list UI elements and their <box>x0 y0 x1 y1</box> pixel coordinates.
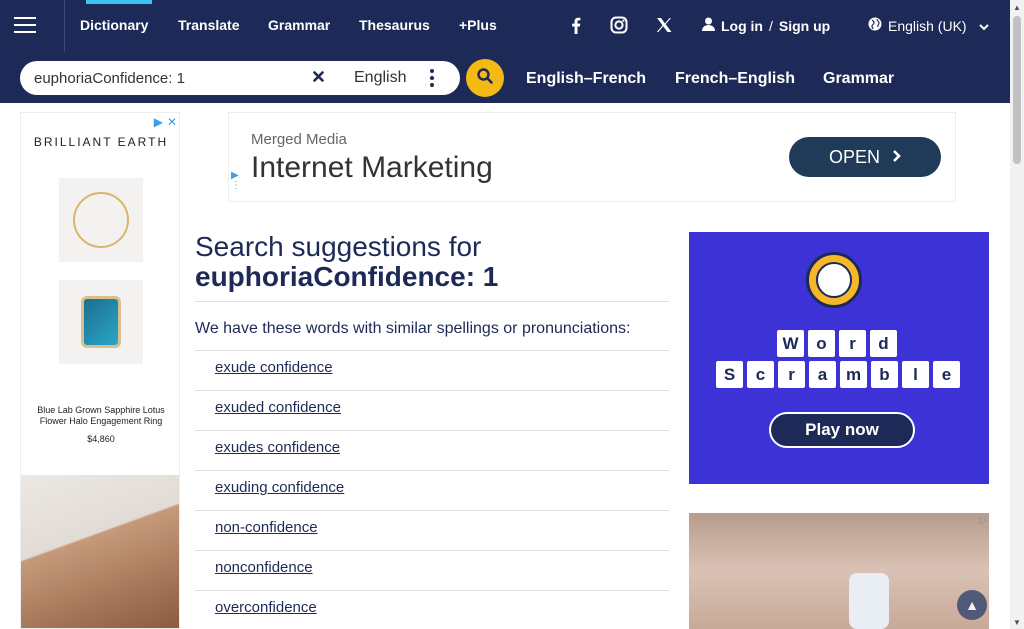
user-icon <box>702 17 715 34</box>
suggestion-link[interactable]: exudes confidence <box>215 439 340 456</box>
divider <box>195 301 669 302</box>
divider <box>195 430 669 431</box>
subnav-grammar[interactable]: Grammar <box>823 70 894 88</box>
hearing-aid-image <box>849 573 889 629</box>
tiles-word: W o r d <box>777 330 897 357</box>
menu-button[interactable] <box>12 12 38 38</box>
login-separator: / <box>769 17 773 34</box>
page-title-query: euphoriaConfidence: 1 <box>195 261 499 292</box>
globe-icon <box>868 17 882 34</box>
top-navigation <box>0 0 1010 52</box>
login-link[interactable]: Log in <box>721 18 763 34</box>
gem-image <box>81 296 121 348</box>
page-scrollbar[interactable]: ▲ ▼ <box>1010 0 1024 629</box>
clear-search-button[interactable] <box>306 65 330 91</box>
banner-ad[interactable]: Merged Media Internet Marketing OPEN ▶ ⋮ <box>228 112 956 202</box>
facebook-icon[interactable] <box>566 14 586 36</box>
nav-dictionary[interactable]: Dictionary <box>80 17 148 33</box>
nav-translate[interactable]: Translate <box>178 17 239 33</box>
x-icon[interactable] <box>654 14 674 36</box>
ad-choices-icon[interactable]: ▶ <box>154 115 163 129</box>
language-label: English (UK) <box>888 17 967 34</box>
ad-choices-icon[interactable]: ▷ <box>979 515 987 526</box>
letter-tile: c <box>747 361 774 388</box>
search-icon <box>477 67 493 89</box>
menu-icon-line <box>14 24 36 26</box>
letter-tile: S <box>716 361 743 388</box>
suggestion-link[interactable]: exude confidence <box>215 359 333 376</box>
ad-choices-icon[interactable]: ▶ ⋮ <box>231 171 241 191</box>
menu-icon-line <box>14 31 36 33</box>
suggestion-link[interactable]: overconfidence <box>215 599 317 616</box>
language-selector[interactable]: English (UK) <box>868 17 989 34</box>
stopwatch-icon <box>806 252 862 308</box>
divider <box>195 590 669 591</box>
letter-tile: r <box>778 361 805 388</box>
scroll-up-arrow[interactable]: ▲ <box>1010 0 1024 14</box>
signup-link[interactable]: Sign up <box>779 18 830 34</box>
active-tab-indicator <box>86 0 152 4</box>
nav-plus[interactable]: +Plus <box>459 17 497 33</box>
letter-tile: b <box>871 361 898 388</box>
close-icon[interactable]: ✕ <box>167 115 177 129</box>
tiles-scramble: S c r a m b l e <box>716 361 960 388</box>
letter-tile: o <box>808 330 835 357</box>
suggestion-link[interactable]: non-confidence <box>215 519 318 536</box>
clear-icon <box>312 69 324 87</box>
suggestions-intro: We have these words with similar spellin… <box>195 320 631 337</box>
divider <box>195 470 669 471</box>
letter-tile: a <box>809 361 836 388</box>
search-input[interactable] <box>34 67 294 89</box>
letter-tile: m <box>840 361 867 388</box>
ad-model-image <box>21 475 179 628</box>
ad-product-bracelet <box>59 178 143 262</box>
scroll-thumb[interactable] <box>1013 16 1021 164</box>
scroll-to-top-button[interactable]: ▲ <box>957 590 987 620</box>
subnav-french-english[interactable]: French–English <box>675 70 795 88</box>
chevron-right-icon <box>892 147 901 168</box>
suggestion-link[interactable]: exuded confidence <box>215 399 341 416</box>
search-button[interactable] <box>466 59 504 97</box>
ad-caption: Blue Lab Grown Sapphire Lotus Flower Hal… <box>37 405 165 426</box>
page-title: Search suggestions for <box>195 231 482 262</box>
letter-tile: r <box>839 330 866 357</box>
divider <box>195 510 669 511</box>
ad-controls: ▶ ✕ <box>154 115 177 129</box>
suggestion-link[interactable]: nonconfidence <box>215 559 313 576</box>
hearing-aid-ad[interactable]: ▷ <box>689 513 989 629</box>
banner-ad-brand: Merged Media <box>251 131 347 148</box>
ad-product-ring <box>59 280 143 364</box>
left-skyscraper-ad[interactable]: ▶ ✕ BRILLIANT EARTH Blue Lab Grown Sapph… <box>20 112 180 629</box>
arrow-up-icon: ▲ <box>965 597 979 613</box>
divider <box>195 350 669 351</box>
play-now-button[interactable]: Play now <box>769 412 915 448</box>
word-scramble-ad[interactable]: W o r d S c r a m b l e Play now <box>689 232 989 484</box>
subnav-english-french[interactable]: English–French <box>526 70 646 88</box>
ad-price: $4,860 <box>87 434 115 444</box>
letter-tile: W <box>777 330 804 357</box>
menu-icon-line <box>14 17 36 19</box>
ad-brand: BRILLIANT EARTH <box>33 135 169 149</box>
chevron-down-icon <box>978 18 989 34</box>
more-vertical-icon[interactable] <box>428 69 436 87</box>
bracelet-image <box>73 192 129 248</box>
scroll-down-arrow[interactable]: ▼ <box>1010 615 1024 629</box>
divider <box>195 550 669 551</box>
letter-tile: e <box>933 361 960 388</box>
banner-ad-title: Internet Marketing <box>251 151 493 184</box>
letter-tile: l <box>902 361 929 388</box>
nav-thesaurus[interactable]: Thesaurus <box>359 17 430 33</box>
suggestion-link[interactable]: exuding confidence <box>215 479 344 496</box>
letter-tile: d <box>870 330 897 357</box>
nav-divider <box>64 0 65 52</box>
login-area: Log in / Sign up <box>702 17 830 34</box>
instagram-icon[interactable] <box>609 14 629 36</box>
dictionary-selector-label: English <box>354 69 407 86</box>
banner-open-label: OPEN <box>828 146 880 167</box>
banner-open-button[interactable]: OPEN <box>789 137 941 177</box>
divider <box>195 390 669 391</box>
nav-grammar[interactable]: Grammar <box>268 17 330 33</box>
